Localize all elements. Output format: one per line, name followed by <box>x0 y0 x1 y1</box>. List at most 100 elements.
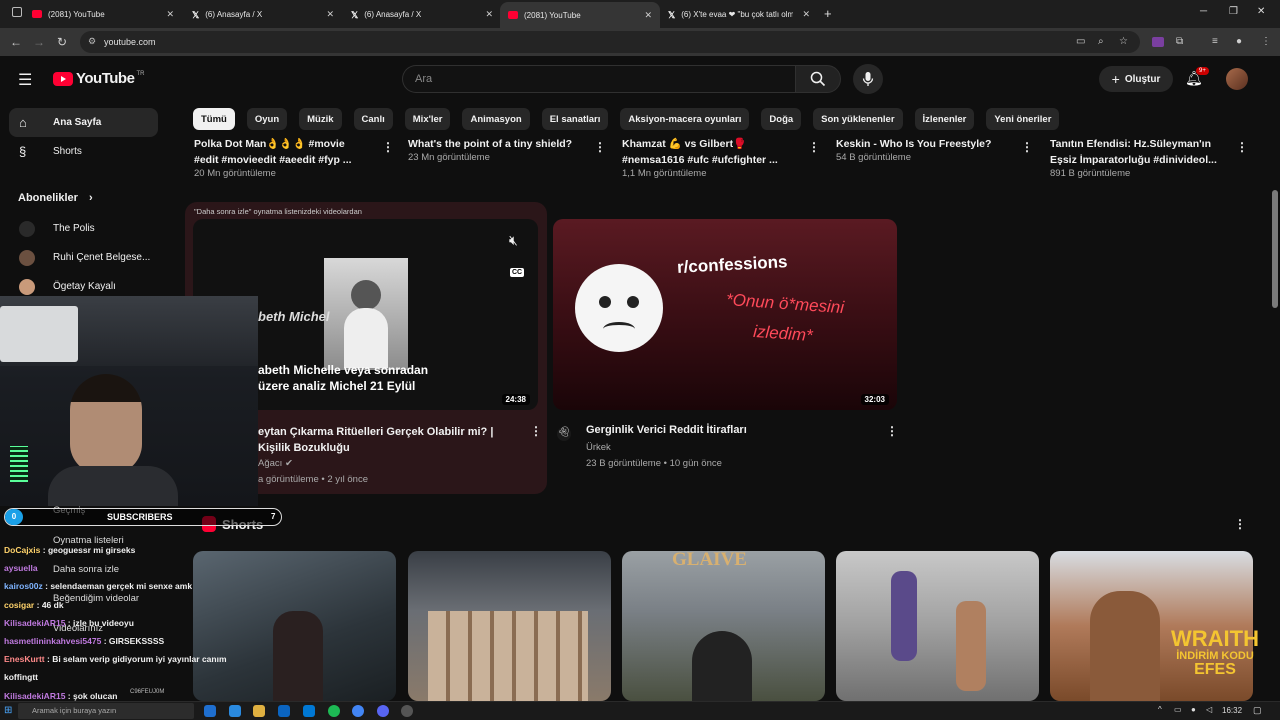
zoom-icon[interactable]: ⌕ <box>1098 36 1104 47</box>
channel-name[interactable]: Ürkek <box>586 442 611 453</box>
video-title[interactable]: Keskin - Who Is You Freestyle? <box>836 136 1016 152</box>
browser-tab[interactable]: (2081) YouTube ✕ <box>24 3 182 25</box>
short-thumbnail[interactable] <box>408 551 611 701</box>
search-button[interactable] <box>795 65 841 93</box>
youtube-logo[interactable]: YouTube TR <box>53 70 144 87</box>
channel-name[interactable]: Ağacı ✔ <box>258 458 293 469</box>
close-icon[interactable]: ✕ <box>644 10 652 21</box>
video-title[interactable]: Khamzat 💪 vs Gilbert🥊 #nemsa1616 #ufc #u… <box>622 136 802 168</box>
create-button[interactable]: + Oluştur <box>1099 66 1173 92</box>
short-thumbnail[interactable] <box>836 551 1039 701</box>
forward-icon[interactable]: → <box>33 35 45 49</box>
store-icon[interactable] <box>303 705 315 717</box>
edge-icon[interactable] <box>204 705 216 717</box>
sidebar-item-shorts[interactable]: § Shorts <box>9 137 158 166</box>
scrollbar-thumb[interactable] <box>1272 190 1278 308</box>
voice-search-button[interactable] <box>853 64 883 94</box>
sidebar-subscription[interactable]: The Polis <box>9 214 158 243</box>
video-title[interactable]: What's the point of a tiny shield? <box>408 136 588 152</box>
filter-chip[interactable]: Müzik <box>299 108 342 130</box>
mute-icon[interactable]: 🔇︎ <box>509 232 518 249</box>
tray-chevron-icon[interactable]: ^ <box>1158 705 1162 714</box>
menu-icon[interactable]: ⋮ <box>1261 36 1271 47</box>
more-options-icon[interactable]: ⋮ <box>382 140 394 154</box>
rgb-light <box>10 446 28 482</box>
site-info-icon[interactable]: ⚙ <box>88 36 96 47</box>
page-scrollbar[interactable] <box>1270 56 1280 701</box>
short-thumbnail[interactable]: GLAIVE <box>622 551 825 701</box>
file-explorer-icon[interactable] <box>253 705 265 717</box>
profile-icon[interactable]: ● <box>1236 36 1242 47</box>
app-icon[interactable] <box>229 705 241 717</box>
filter-chip[interactable]: Animasyon <box>462 108 530 130</box>
browser-tab-active[interactable]: (2081) YouTube ✕ <box>500 2 660 28</box>
network-icon[interactable]: ▭ <box>1174 705 1182 714</box>
more-options-icon[interactable]: ⋮ <box>1234 517 1246 531</box>
video-title[interactable]: Gerginlik Verici Reddit İtirafları <box>586 424 747 436</box>
filter-chip[interactable]: Mix'ler <box>404 108 451 130</box>
more-options-icon[interactable]: ⋮ <box>530 424 542 438</box>
volume-icon[interactable]: ◁ <box>1206 705 1212 714</box>
minimize-icon[interactable]: ─ <box>1200 6 1207 17</box>
media-icon[interactable]: ≡ <box>1212 36 1218 47</box>
photo-figure <box>344 308 388 368</box>
taskbar-clock[interactable]: 16:32 <box>1222 706 1242 715</box>
close-window-icon[interactable]: ✕ <box>1257 6 1265 17</box>
close-icon[interactable]: ✕ <box>485 9 493 20</box>
close-icon[interactable]: ✕ <box>166 9 174 20</box>
close-icon[interactable]: ✕ <box>326 9 334 20</box>
sidebar-item-label: Shorts <box>53 146 82 157</box>
back-icon[interactable]: ← <box>10 35 22 49</box>
outlook-icon[interactable] <box>278 705 290 717</box>
filter-chip[interactable]: Doğa <box>761 108 802 130</box>
bookmark-star-icon[interactable]: ☆ <box>1119 36 1128 47</box>
channel-name: The Polis <box>53 223 95 234</box>
video-title[interactable]: Tanıtın Efendisi: Hz.Süleyman'ın Eşsiz İ… <box>1050 136 1230 168</box>
filter-chip[interactable]: Yeni öneriler <box>986 108 1060 130</box>
url-field[interactable]: ⚙ youtube.com <box>80 31 1140 53</box>
more-options-icon[interactable]: ⋮ <box>1021 140 1033 154</box>
browser-tab[interactable]: 𝕏 (6) Anasayfa / X ✕ <box>184 3 342 25</box>
chrome-icon[interactable] <box>352 705 364 717</box>
obs-icon[interactable] <box>401 705 413 717</box>
subscriptions-heading[interactable]: Abonelikler › <box>18 192 93 204</box>
microphone-tray-icon[interactable]: ● <box>1191 705 1196 714</box>
sidebar-subscription[interactable]: Ruhi Çenet Belgese... <box>9 243 158 272</box>
hamburger-menu-icon[interactable]: ☰ <box>18 70 32 90</box>
filter-chip[interactable]: El sanatları <box>541 108 609 130</box>
filter-chip[interactable]: Tümü <box>193 108 235 130</box>
more-options-icon[interactable]: ⋮ <box>1236 140 1248 154</box>
windows-start-icon[interactable]: ⊞ <box>4 705 12 716</box>
reload-icon[interactable]: ↻ <box>57 35 67 49</box>
chat-text: GIRSEKSSSS <box>108 636 165 647</box>
filter-chip[interactable]: Canlı <box>353 108 393 130</box>
puzzle-icon[interactable]: ⧉ <box>1176 36 1183 47</box>
restore-icon[interactable]: ❐ <box>1229 6 1238 17</box>
filter-chip[interactable]: Son yüklenenler <box>813 108 903 130</box>
captions-icon[interactable]: CC <box>510 268 525 277</box>
video-thumbnail[interactable]: r/confessions *Onun ö*mesini izledim* 32… <box>553 219 897 410</box>
video-title[interactable]: Polka Dot Man👌👌👌 #movie #edit #movieedit… <box>194 136 384 168</box>
spotify-icon[interactable] <box>328 705 340 717</box>
browser-tab[interactable]: 𝕏 (6) Anasayfa / X ✕ <box>343 3 501 25</box>
filter-chip[interactable]: İzlenenler <box>914 108 975 130</box>
cast-icon[interactable]: ▭ <box>1076 36 1085 47</box>
more-options-icon[interactable]: ⋮ <box>808 140 820 154</box>
more-options-icon[interactable]: ⋮ <box>594 140 606 154</box>
browser-tab[interactable]: 𝕏 (6) X'te evaa ❤ "bu çok tatlı olm ✕ <box>660 3 818 25</box>
close-icon[interactable]: ✕ <box>802 9 810 20</box>
discord-icon[interactable] <box>377 705 389 717</box>
extension-icon[interactable] <box>1152 37 1164 47</box>
filter-chip[interactable]: Oyun <box>246 108 288 130</box>
video-title[interactable]: eytan Çıkarma Ritüelleri Gerçek Olabilir… <box>258 424 493 456</box>
channel-avatar[interactable]: 👻︎ <box>557 427 571 441</box>
new-tab-icon[interactable]: + <box>824 6 832 21</box>
sidebar-item-home[interactable]: ⌂ Ana Sayfa <box>9 108 158 137</box>
taskbar-search[interactable]: Aramak için buraya yazın <box>18 703 194 719</box>
notification-center-icon[interactable]: ▢ <box>1253 705 1262 716</box>
filter-chip[interactable]: Aksiyon-macera oyunları <box>620 108 750 130</box>
account-avatar[interactable] <box>1226 68 1248 90</box>
more-options-icon[interactable]: ⋮ <box>886 424 898 438</box>
search-input[interactable]: Ara <box>402 65 795 93</box>
tab-search-icon[interactable] <box>12 7 22 17</box>
